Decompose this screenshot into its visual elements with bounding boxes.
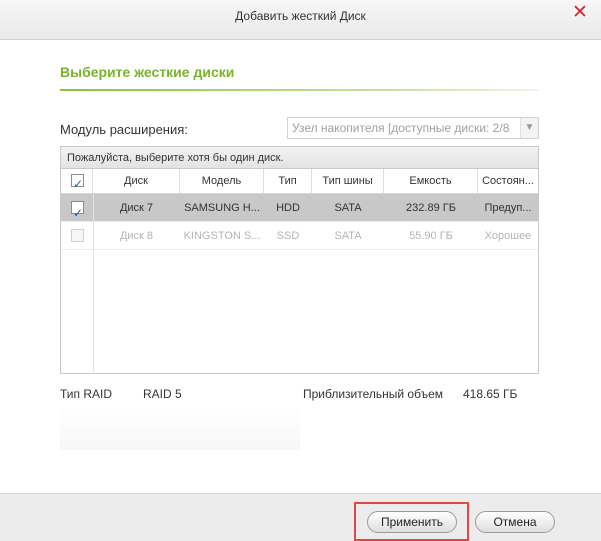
- chevron-down-icon[interactable]: ▼: [520, 118, 538, 138]
- close-icon[interactable]: ✕: [571, 3, 589, 22]
- table-header: Диск Модель Тип Тип шины Емкость Состоян…: [61, 169, 538, 194]
- dialog-content: Выберите жесткие диски Модуль расширения…: [0, 40, 601, 493]
- table-cell-capacity: 232.89 ГБ: [406, 202, 456, 214]
- apply-button[interactable]: Применить: [367, 511, 457, 533]
- column-header-capacity[interactable]: Емкость: [384, 169, 478, 193]
- table-cell-capacity: 55.90 ГБ: [409, 230, 453, 242]
- table-row-disk-8: Диск 8 KINGSTON S... SSD SATA 55.90 ГБ Х…: [61, 222, 538, 250]
- section-title: Выберите жесткие диски: [60, 64, 235, 80]
- table-row-disk-7[interactable]: Диск 7 SAMSUNG H... HDD SATA 232.89 ГБ П…: [61, 194, 538, 222]
- column-header-type[interactable]: Тип: [264, 169, 312, 193]
- select-all-checkbox[interactable]: [71, 172, 84, 193]
- column-header-status[interactable]: Состоян...: [478, 169, 538, 193]
- table-cell-type: HDD: [276, 202, 300, 214]
- table-cell-status: Хорошее: [484, 230, 532, 242]
- cancel-button[interactable]: Отмена: [475, 511, 555, 533]
- title-bar: Добавить жесткий Диск ✕: [0, 0, 601, 40]
- table-cell-bus-type: SATA: [334, 202, 362, 214]
- expansion-module-value: Узел накопителя [доступные диски: 2/8: [292, 121, 510, 135]
- row-checkbox: [71, 229, 84, 242]
- column-divider: [93, 194, 94, 374]
- column-header-model[interactable]: Модель: [180, 169, 264, 193]
- table-cell-status: Предуп...: [484, 202, 532, 214]
- row-checkbox[interactable]: [71, 199, 84, 222]
- expansion-module-label: Модуль расширения:: [60, 122, 188, 137]
- raid-type-label: Тип RAID: [60, 387, 113, 401]
- dialog-footer: Применить Отмена: [0, 493, 601, 541]
- table-cell-disk: Диск 7: [119, 202, 154, 214]
- column-header-disk[interactable]: Диск: [93, 169, 180, 193]
- approx-volume-value: 418.65 ГБ: [463, 387, 518, 401]
- table-hint: Пожалуйста, выберите хотя бы один диск.: [61, 147, 538, 169]
- section-divider: [60, 89, 539, 91]
- disk-table: Пожалуйста, выберите хотя бы один диск. …: [60, 146, 539, 374]
- dialog-title: Добавить жесткий Диск: [235, 9, 366, 23]
- table-cell-type: SSD: [276, 230, 300, 242]
- table-cell-bus-type: SATA: [334, 230, 362, 242]
- empty-area: [60, 405, 300, 450]
- approx-volume-label: Приблизительный объем: [303, 387, 443, 401]
- table-cell-disk: Диск 8: [119, 230, 154, 242]
- table-cell-model: KINGSTON S...: [183, 230, 261, 242]
- expansion-module-select[interactable]: Узел накопителя [доступные диски: 2/8 ▼: [287, 117, 539, 139]
- column-header-bus-type[interactable]: Тип шины: [312, 169, 384, 193]
- table-cell-model: SAMSUNG H...: [184, 202, 260, 214]
- raid-type-value: RAID 5: [143, 387, 182, 401]
